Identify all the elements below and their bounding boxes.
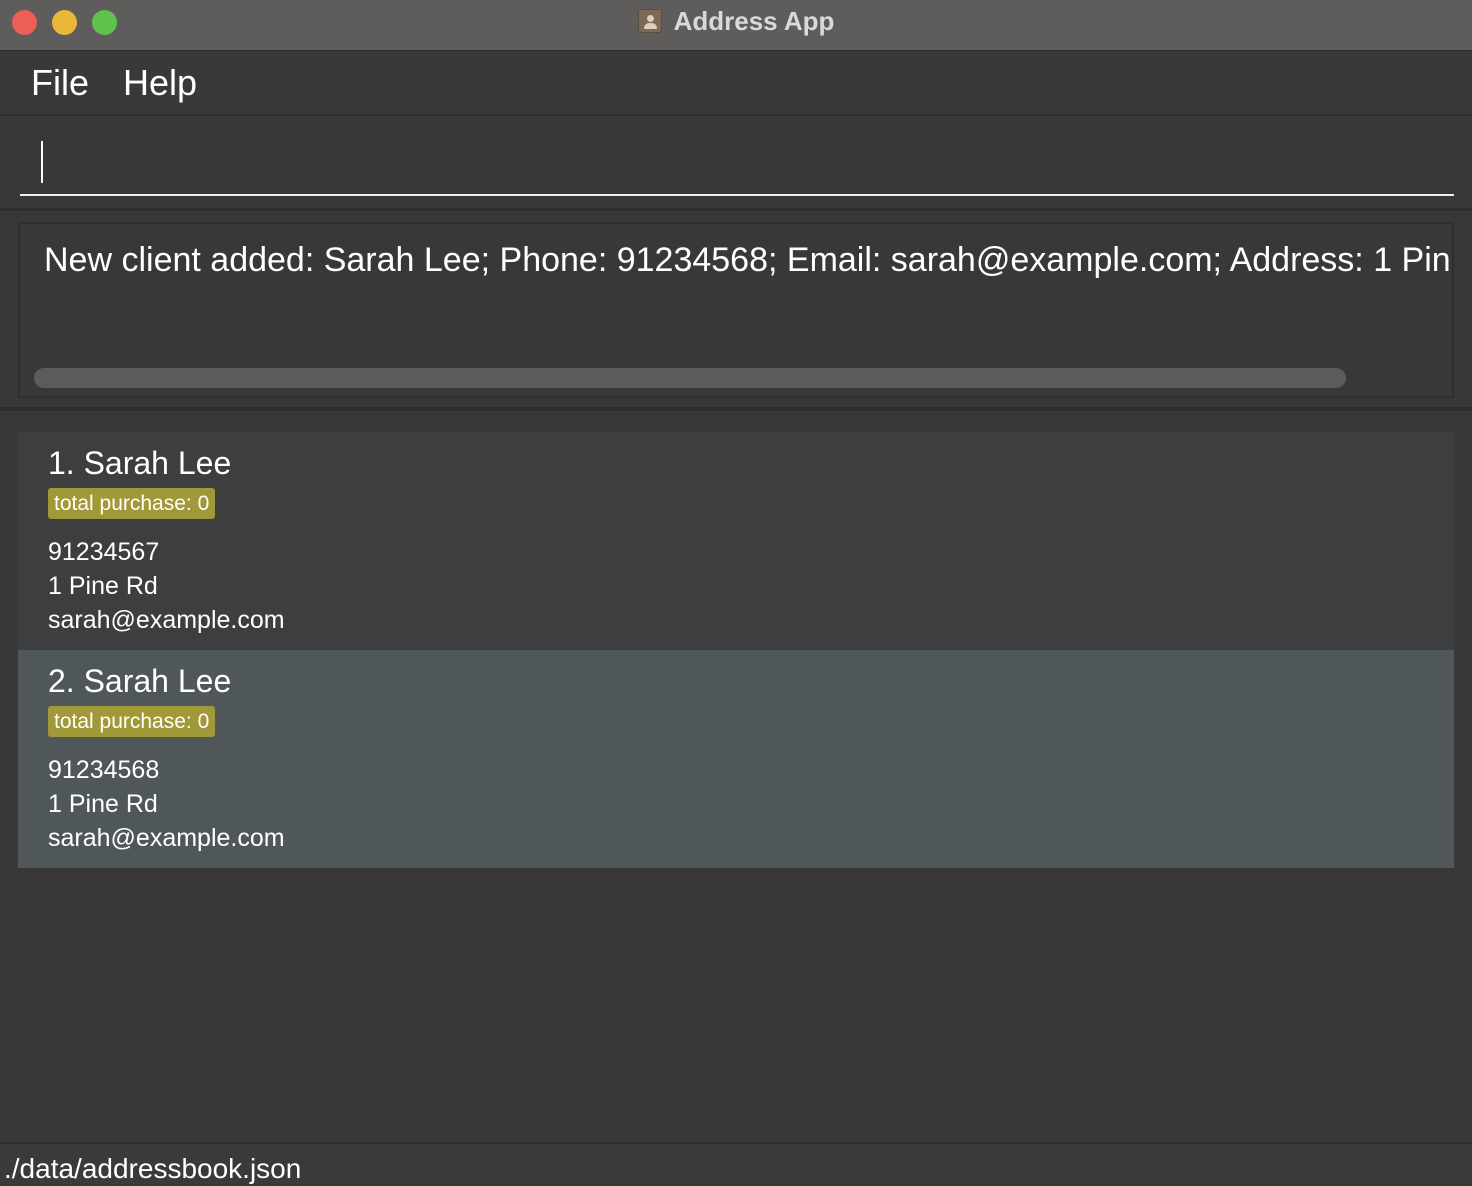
result-message: New client added: Sarah Lee; Phone: 9123… (44, 241, 1452, 279)
person-card[interactable]: 1. Sarah Lee total purchase: 0 91234567 … (18, 432, 1454, 650)
total-purchase-tag: total purchase: 0 (48, 706, 216, 737)
text-caret (41, 141, 43, 183)
person-list[interactable]: 1. Sarah Lee total purchase: 0 91234567 … (18, 432, 1454, 868)
menu-file[interactable]: File (31, 61, 89, 105)
person-name: 2. Sarah Lee (48, 663, 232, 699)
person-name: 1. Sarah Lee (48, 445, 232, 481)
title-container: Address App (0, 0, 1472, 42)
person-phone: 91234568 (48, 756, 160, 784)
person-email: sarah@example.com (48, 824, 285, 852)
menu-help[interactable]: Help (123, 61, 197, 105)
result-display[interactable]: New client added: Sarah Lee; Phone: 9123… (18, 222, 1454, 398)
menu-bar: File Help (0, 51, 1472, 116)
person-address: 1 Pine Rd (48, 790, 158, 818)
person-email: sarah@example.com (48, 606, 285, 634)
app-window: Address App File Help New client added: … (0, 0, 1472, 1184)
save-file-path: ./data/addressbook.json (4, 1153, 302, 1184)
person-address: 1 Pine Rd (48, 572, 158, 600)
command-input[interactable] (20, 134, 1454, 196)
divider (0, 407, 1472, 411)
title-bar: Address App (0, 0, 1472, 51)
total-purchase-tag: total purchase: 0 (48, 488, 216, 519)
status-bar: ./data/addressbook.json (0, 1142, 1472, 1184)
contacts-app-icon (637, 9, 662, 33)
person-card-selected[interactable]: 2. Sarah Lee total purchase: 0 91234568 … (18, 650, 1454, 868)
horizontal-scrollbar[interactable] (34, 368, 1346, 388)
command-box-container (0, 116, 1472, 211)
window-title: Address App (673, 5, 835, 36)
person-phone: 91234567 (48, 538, 160, 566)
